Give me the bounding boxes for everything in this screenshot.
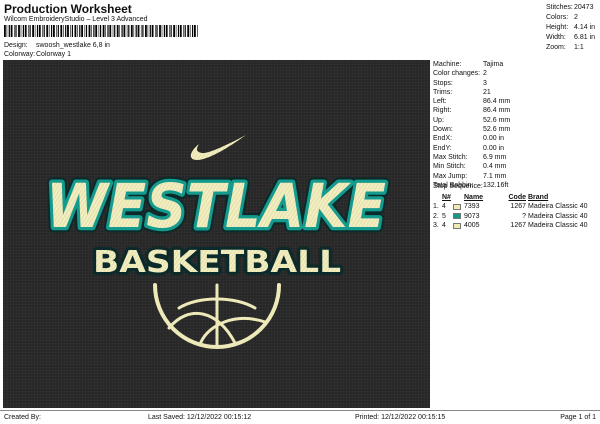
prop-value: 0.4 mm xyxy=(483,163,507,171)
westlake-text-group: WESTLAKE WESTLAKE WESTLAKE xyxy=(41,165,391,247)
prop-label: Max Stitch: xyxy=(433,153,468,161)
prop-value: 0.00 in xyxy=(483,135,505,143)
stat-value: 1:1 xyxy=(574,44,584,51)
prop-label: EndX: xyxy=(433,135,453,143)
prop-value: 2 xyxy=(483,70,487,78)
stop-sequence-table: N# Name Code Brand 1. 4 7393 1267 Madeir… xyxy=(433,193,598,231)
stop-sequence-title: Stop Sequence: xyxy=(433,183,483,190)
prop-value: 0.00 in xyxy=(483,144,505,152)
color-swatch xyxy=(453,203,461,210)
page-number: Page 1 of 1 xyxy=(560,414,596,421)
header-name: Name xyxy=(464,194,484,201)
prop-value: 86.4 mm xyxy=(483,107,511,115)
prop-label: Trims: xyxy=(433,88,453,96)
stop-sequence-header: N# Name Code Brand xyxy=(433,193,598,202)
prop-label: Color changes: xyxy=(433,70,481,78)
design-value: swoosh_westlake 6,8 in xyxy=(36,42,110,49)
footer: Created By: Last Saved: 12/12/2022 00:15… xyxy=(0,410,600,424)
worksheet-title: Production Worksheet xyxy=(4,2,132,16)
row-name: 9073 xyxy=(464,212,480,220)
header-code: Code xyxy=(508,194,527,201)
row-code: 1267 xyxy=(510,203,526,210)
prop-value: 6.9 mm xyxy=(483,153,507,161)
header-brand: Brand xyxy=(528,194,549,201)
table-row: 3. 4 4005 1267 Madeira Classic 40 xyxy=(433,221,598,231)
prop-label: Min Stitch: xyxy=(433,163,466,171)
row-code: 1267 xyxy=(510,222,526,229)
row-index: 3. xyxy=(433,222,439,229)
basketball-text-fill: BASKETBALL xyxy=(93,245,341,280)
row-needle: 5 xyxy=(442,212,446,220)
row-brand: Madeira Classic 40 xyxy=(528,222,588,229)
printed-date: Printed: 12/12/2022 00:15:15 xyxy=(355,414,446,421)
prop-label: Right: xyxy=(433,107,452,115)
prop-label: EndY: xyxy=(433,144,452,152)
last-saved: Last Saved: 12/12/2022 00:15:12 xyxy=(148,414,252,421)
stats-panel: Stitches: 20473 Colors: 2 Height: 4.14 in W… xyxy=(546,3,598,53)
design-preview: WESTLAKE WESTLAKE WESTLAKE BASKETBALL BA… xyxy=(3,60,430,408)
embroidery-artwork: WESTLAKE WESTLAKE WESTLAKE BASKETBALL BA… xyxy=(41,135,391,349)
prop-value: 52.6 mm xyxy=(483,116,511,124)
stat-label: Colors: xyxy=(546,14,569,21)
header-n: N# xyxy=(442,194,451,201)
basketball-text-group: BASKETBALL BASKETBALL xyxy=(90,242,344,283)
prop-value: 7.1 mm xyxy=(483,172,507,180)
prop-value: 86.4 mm xyxy=(483,98,511,106)
row-code: ? xyxy=(522,212,526,220)
stat-label: Width: xyxy=(546,34,566,41)
colorway-value: Colorway 1 xyxy=(36,51,72,58)
row-index: 1. xyxy=(433,203,439,210)
row-brand: Madeira Classic 40 xyxy=(528,212,588,220)
stat-value: 6.81 in xyxy=(574,34,596,41)
stat-value: 4.14 in xyxy=(574,24,596,31)
swoosh-logo xyxy=(190,135,246,160)
prop-label: Up: xyxy=(433,116,444,124)
row-name: 4005 xyxy=(464,222,480,229)
prop-value: 132.16ft xyxy=(483,181,509,189)
row-needle: 4 xyxy=(442,203,446,210)
stat-label: Stitches: xyxy=(546,4,573,11)
machine-properties: Machine: Tajima Color changes: 2 Stops: 3 T… xyxy=(433,60,598,190)
prop-label: Down: xyxy=(433,126,453,134)
colorway-label: Colorway: xyxy=(4,51,36,58)
row-name: 7393 xyxy=(464,203,480,210)
stat-label: Height: xyxy=(546,24,569,31)
westlake-text-fill: WESTLAKE xyxy=(46,171,386,242)
basketball-icon xyxy=(153,283,281,349)
prop-value: Tajima xyxy=(483,61,504,68)
row-index: 2. xyxy=(433,212,439,220)
prop-value: 52.6 mm xyxy=(483,126,511,134)
stat-value: 2 xyxy=(574,14,578,21)
prop-value: 3 xyxy=(483,79,487,87)
design-meta: Design: swoosh_westlake 6,8 in Colorway: C… xyxy=(4,41,110,59)
row-brand: Madeira Classic 40 xyxy=(528,203,588,210)
barcode xyxy=(4,25,198,37)
prop-label: Machine: xyxy=(433,61,462,68)
prop-value: 21 xyxy=(483,88,491,96)
prop-label: Stops: xyxy=(433,79,453,87)
color-swatch xyxy=(453,213,461,220)
design-label: Design: xyxy=(4,42,28,49)
prop-label: Max Jump: xyxy=(433,172,468,180)
stat-value: 20473 xyxy=(574,4,594,11)
prop-label: Left: xyxy=(433,98,447,106)
software-subtitle: Wilcom EmbroideryStudio – Level 3 Advanc… xyxy=(4,16,148,23)
stat-label: Zoom: xyxy=(546,44,566,51)
row-needle: 4 xyxy=(442,222,446,229)
table-row: 2. 5 9073 ? Madeira Classic 40 xyxy=(433,212,598,222)
table-row: 1. 4 7393 1267 Madeira Classic 40 xyxy=(433,202,598,212)
color-swatch xyxy=(453,222,461,229)
created-by: Created By: xyxy=(4,414,41,421)
